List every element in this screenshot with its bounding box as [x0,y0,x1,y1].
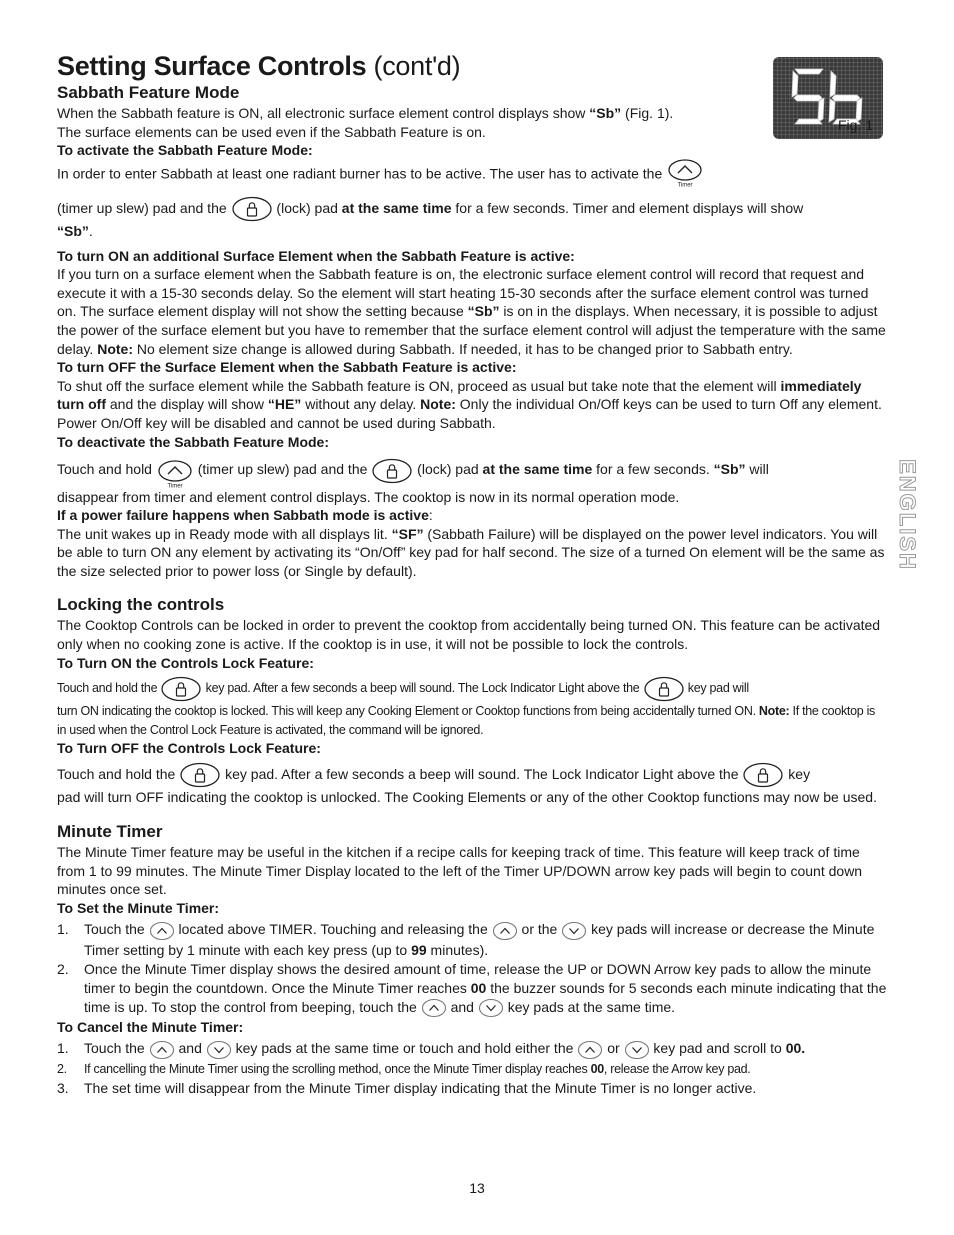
down-arrow-icon [478,998,504,1018]
svg-text:Timer: Timer [167,483,182,489]
deactivate-sabbath-text-2: disappear from timer and element control… [57,488,680,505]
sabbath-intro-2: The surface elements can be used even if… [57,123,486,140]
sabbath-heading: Sabbath Feature Mode [57,83,240,102]
lock-on-heading: To Turn ON the Controls Lock Feature: [57,654,314,671]
svg-text:Timer: Timer [678,182,693,188]
timer-up-pad-icon: Timer [156,459,194,489]
list-item: 1. Touch the located above TIMER. Touchin… [57,921,875,958]
power-failure-heading: If a power failure happens when Sabbath … [57,507,433,524]
up-arrow-icon [149,921,175,941]
lock-pad-icon [231,196,273,222]
deactivate-sabbath-text-1: Touch and hold Timer (timer up slew) pad… [57,455,887,489]
down-arrow-icon [624,1040,650,1060]
up-arrow-icon [492,921,518,941]
figure-caption: Fig. 1 [838,117,874,133]
up-arrow-icon [149,1040,175,1060]
activate-sabbath-text-1: In order to enter Sabbath at least one r… [57,158,747,190]
deactivate-sabbath-heading: To deactivate the Sabbath Feature Mode: [57,433,330,450]
page-number: 13 [469,1180,485,1196]
list-item: 2. If cancelling the Minute Timer using t… [57,1061,751,1076]
lock-off-text-1: Touch and hold the key pad. After a few … [57,760,887,788]
lock-pad-icon [742,762,784,788]
lock-pad-icon [160,676,202,702]
lock-on-text-2: turn ON indicating the cooktop is locked… [57,704,875,737]
power-failure-text: The unit wakes up in Ready mode with all… [57,525,885,579]
activate-sabbath-text-2: (timer up slew) pad and the (lock) pad a… [57,194,887,222]
locking-heading: Locking the controls [57,595,225,615]
set-timer-steps: 1. Touch the located above TIMER. Touchin… [57,920,887,1018]
turn-off-element-text: To shut off the surface element while th… [57,377,882,432]
sabbath-intro-1: When the Sabbath feature is ON, all elec… [57,105,674,121]
language-side-tab: ENGLISH [895,459,921,572]
cancel-timer-heading: To Cancel the Minute Timer: [57,1018,244,1035]
activate-sabbath-text-3: “Sb”. [57,223,93,240]
up-arrow-icon [577,1040,603,1060]
page-title: Setting Surface Controls (cont'd) [57,51,461,81]
turn-on-element-text: If you turn on a surface element when th… [57,266,886,357]
lock-on-text-1: Touch and hold the key pad. After a few … [57,674,887,702]
lock-off-heading: To Turn OFF the Controls Lock Feature: [57,740,321,757]
set-timer-heading: To Set the Minute Timer: [57,899,220,916]
turn-off-element-heading: To turn OFF the Surface Element when the… [57,359,517,376]
manual-page: Setting Surface Controls (cont'd) Sabbat… [57,50,887,1098]
activate-sabbath-heading: To activate the Sabbath Feature Mode: [57,142,313,159]
minute-timer-intro: The Minute Timer feature may be useful i… [57,843,863,898]
up-arrow-icon [421,998,447,1018]
lock-off-text-2: pad will turn OFF indicating the cooktop… [57,789,877,806]
lock-pad-icon [179,762,221,788]
turn-on-element-heading: To turn ON an additional Surface Element… [57,247,575,264]
locking-intro: The Cooktop Controls can be locked in or… [57,617,881,653]
down-arrow-icon [206,1040,232,1060]
lock-pad-icon [371,458,413,484]
list-item: 3. The set time will disappear from the M… [57,1079,757,1096]
minute-timer-heading: Minute Timer [57,821,163,841]
list-item: 2. Once the Minute Timer display shows th… [57,960,887,1018]
timer-up-pad-icon: Timer [666,158,704,188]
down-arrow-icon [561,921,587,941]
lock-pad-icon [643,676,685,702]
list-item: 1. Touch the and key pads at the same tim… [57,1039,887,1059]
cancel-timer-steps: 1. Touch the and key pads at the same tim… [57,1039,887,1097]
